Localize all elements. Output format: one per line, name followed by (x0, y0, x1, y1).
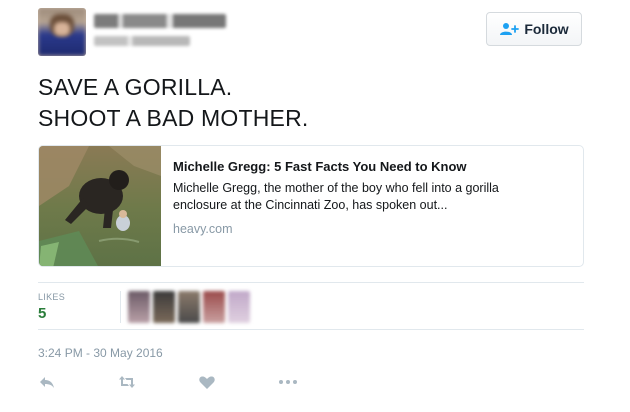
likes-label: LIKES (38, 292, 66, 302)
card-thumbnail-image (39, 146, 161, 266)
tweet-text-line: SHOOT A BAD MOTHER. (38, 105, 309, 131)
tweet-stats: LIKES 5 (38, 282, 584, 330)
liker-avatar[interactable] (178, 291, 200, 323)
tweet-timestamp[interactable]: 3:24 PM - 30 May 2016 (38, 346, 163, 360)
display-name-obscured (94, 14, 226, 28)
liker-avatar[interactable] (203, 291, 225, 323)
liker-avatar[interactable] (128, 291, 150, 323)
liker-avatar[interactable] (153, 291, 175, 323)
reply-button[interactable] (38, 370, 118, 394)
like-button[interactable] (198, 370, 278, 394)
more-button[interactable] (278, 370, 358, 394)
card-description-line: enclosure at the Cincinnati Zoo, has spo… (173, 198, 448, 212)
likes-count[interactable]: 5 (38, 305, 46, 322)
username-obscured (94, 36, 190, 46)
stats-divider (120, 291, 121, 323)
tweet: Follow SAVE A GORILLA. SHOOT A BAD MOTHE… (0, 0, 630, 412)
heart-icon (199, 376, 215, 389)
avatar[interactable] (38, 8, 86, 56)
liker-avatars-obscured[interactable] (128, 291, 250, 323)
retweet-icon (119, 376, 135, 388)
reply-icon (40, 377, 54, 388)
tweet-actions (38, 370, 358, 394)
card-description-line: Michelle Gregg, the mother of the boy wh… (173, 181, 499, 195)
more-dots-icon (279, 380, 297, 384)
liker-avatar[interactable] (228, 291, 250, 323)
card-description: Michelle Gregg, the mother of the boy wh… (173, 180, 573, 214)
user-identity-obscured[interactable] (94, 14, 226, 46)
card-body: Michelle Gregg: 5 Fast Facts You Need to… (173, 158, 573, 236)
retweet-button[interactable] (118, 370, 198, 394)
card-domain: heavy.com (173, 222, 233, 236)
follow-button[interactable]: Follow (486, 12, 582, 46)
card-title[interactable]: Michelle Gregg: 5 Fast Facts You Need to… (173, 158, 573, 175)
follow-label: Follow (524, 21, 569, 37)
tweet-text-line: SAVE A GORILLA. (38, 74, 233, 100)
tweet-text: SAVE A GORILLA. SHOOT A BAD MOTHER. (38, 72, 598, 134)
link-card[interactable]: Michelle Gregg: 5 Fast Facts You Need to… (38, 145, 584, 267)
add-user-icon (500, 23, 520, 35)
